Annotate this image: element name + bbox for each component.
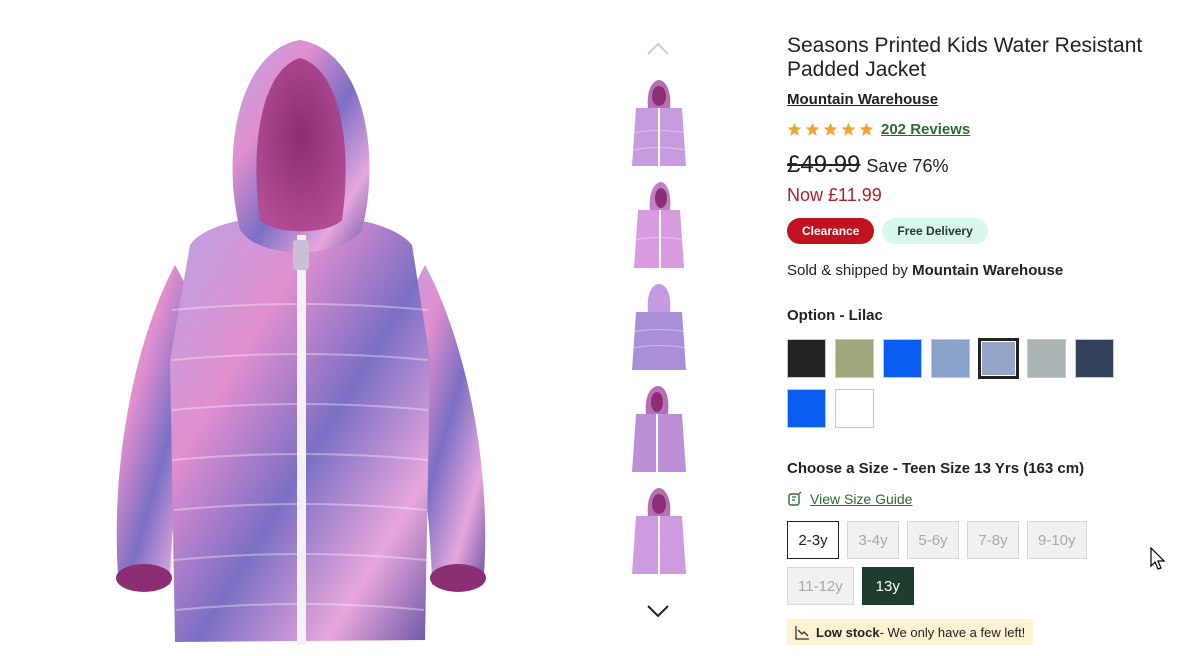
size-option[interactable]: 13y — [861, 567, 914, 605]
thumbnail-3[interactable] — [628, 282, 690, 374]
color-swatch[interactable] — [1075, 339, 1114, 378]
badges: Clearance Free Delivery — [787, 218, 1177, 244]
price-row: £49.99 Save 76% — [787, 151, 1177, 179]
size-option[interactable]: 7-8y — [967, 521, 1019, 559]
color-swatch[interactable] — [883, 339, 922, 378]
star-icon — [841, 122, 856, 136]
ruler-icon — [788, 491, 802, 506]
size-label: Choose a Size - Teen Size 13 Yrs (163 cm… — [787, 460, 1085, 477]
trend-down-icon — [795, 625, 809, 640]
product-title: Seasons Printed Kids Water Resistant Pad… — [787, 34, 1143, 81]
color-swatch[interactable] — [835, 339, 874, 378]
mouse-cursor-icon — [1150, 547, 1166, 570]
size-options: 2-3y 3-4y 5-6y 7-8y 9-10y 11-12y 13y — [787, 521, 1117, 605]
star-rating — [787, 122, 877, 137]
chevron-up-icon[interactable] — [644, 38, 672, 60]
old-price: £49.99 — [787, 151, 861, 178]
size-option[interactable]: 2-3y — [787, 521, 839, 559]
color-swatch[interactable] — [835, 389, 874, 428]
low-stock-notice: Low stock - We only have a few left! — [787, 619, 1034, 645]
reviews-link[interactable]: 202 Reviews — [881, 121, 970, 138]
main-product-image[interactable] — [100, 30, 500, 650]
chevron-down-icon[interactable] — [644, 600, 672, 622]
color-swatch[interactable] — [979, 339, 1018, 378]
option-label: Option - Lilac — [787, 307, 883, 324]
clearance-badge: Clearance — [787, 218, 875, 244]
size-guide-link[interactable]: View Size Guide — [787, 491, 1177, 507]
star-icon — [805, 122, 820, 136]
thumbnail-gallery — [618, 30, 698, 630]
save-label: Save 76% — [866, 156, 949, 176]
thumbnail-1[interactable] — [628, 78, 690, 170]
now-price: Now £11.99 — [787, 185, 882, 205]
color-swatch[interactable] — [787, 389, 826, 428]
size-option[interactable]: 11-12y — [787, 567, 854, 605]
size-option[interactable]: 9-10y — [1027, 521, 1087, 559]
sold-by-name: Mountain Warehouse — [912, 262, 1064, 279]
thumbnail-4[interactable] — [628, 384, 690, 476]
star-icon — [823, 122, 838, 136]
brand-link[interactable]: Mountain Warehouse — [787, 91, 938, 108]
size-option[interactable]: 5-6y — [907, 521, 959, 559]
free-delivery-badge: Free Delivery — [882, 218, 988, 244]
color-swatch[interactable] — [1027, 339, 1066, 378]
size-option[interactable]: 3-4y — [847, 521, 899, 559]
star-icon — [787, 122, 802, 136]
product-info-panel: Seasons Printed Kids Water Resistant Pad… — [787, 34, 1177, 645]
sold-by-prefix: Sold & shipped by — [787, 262, 908, 279]
thumbnail-5[interactable] — [628, 486, 690, 578]
size-guide-label: View Size Guide — [810, 491, 913, 507]
sold-by: Sold & shipped by Mountain Warehouse — [787, 262, 1177, 279]
color-swatch[interactable] — [931, 339, 970, 378]
thumbnail-2[interactable] — [628, 180, 690, 272]
color-swatch[interactable] — [787, 339, 826, 378]
rating-row: 202 Reviews — [787, 119, 1177, 139]
stock-title: Low stock — [816, 624, 880, 640]
stock-message: - We only have a few left! — [879, 624, 1026, 640]
star-icon — [859, 122, 874, 136]
color-swatches — [787, 339, 1137, 428]
